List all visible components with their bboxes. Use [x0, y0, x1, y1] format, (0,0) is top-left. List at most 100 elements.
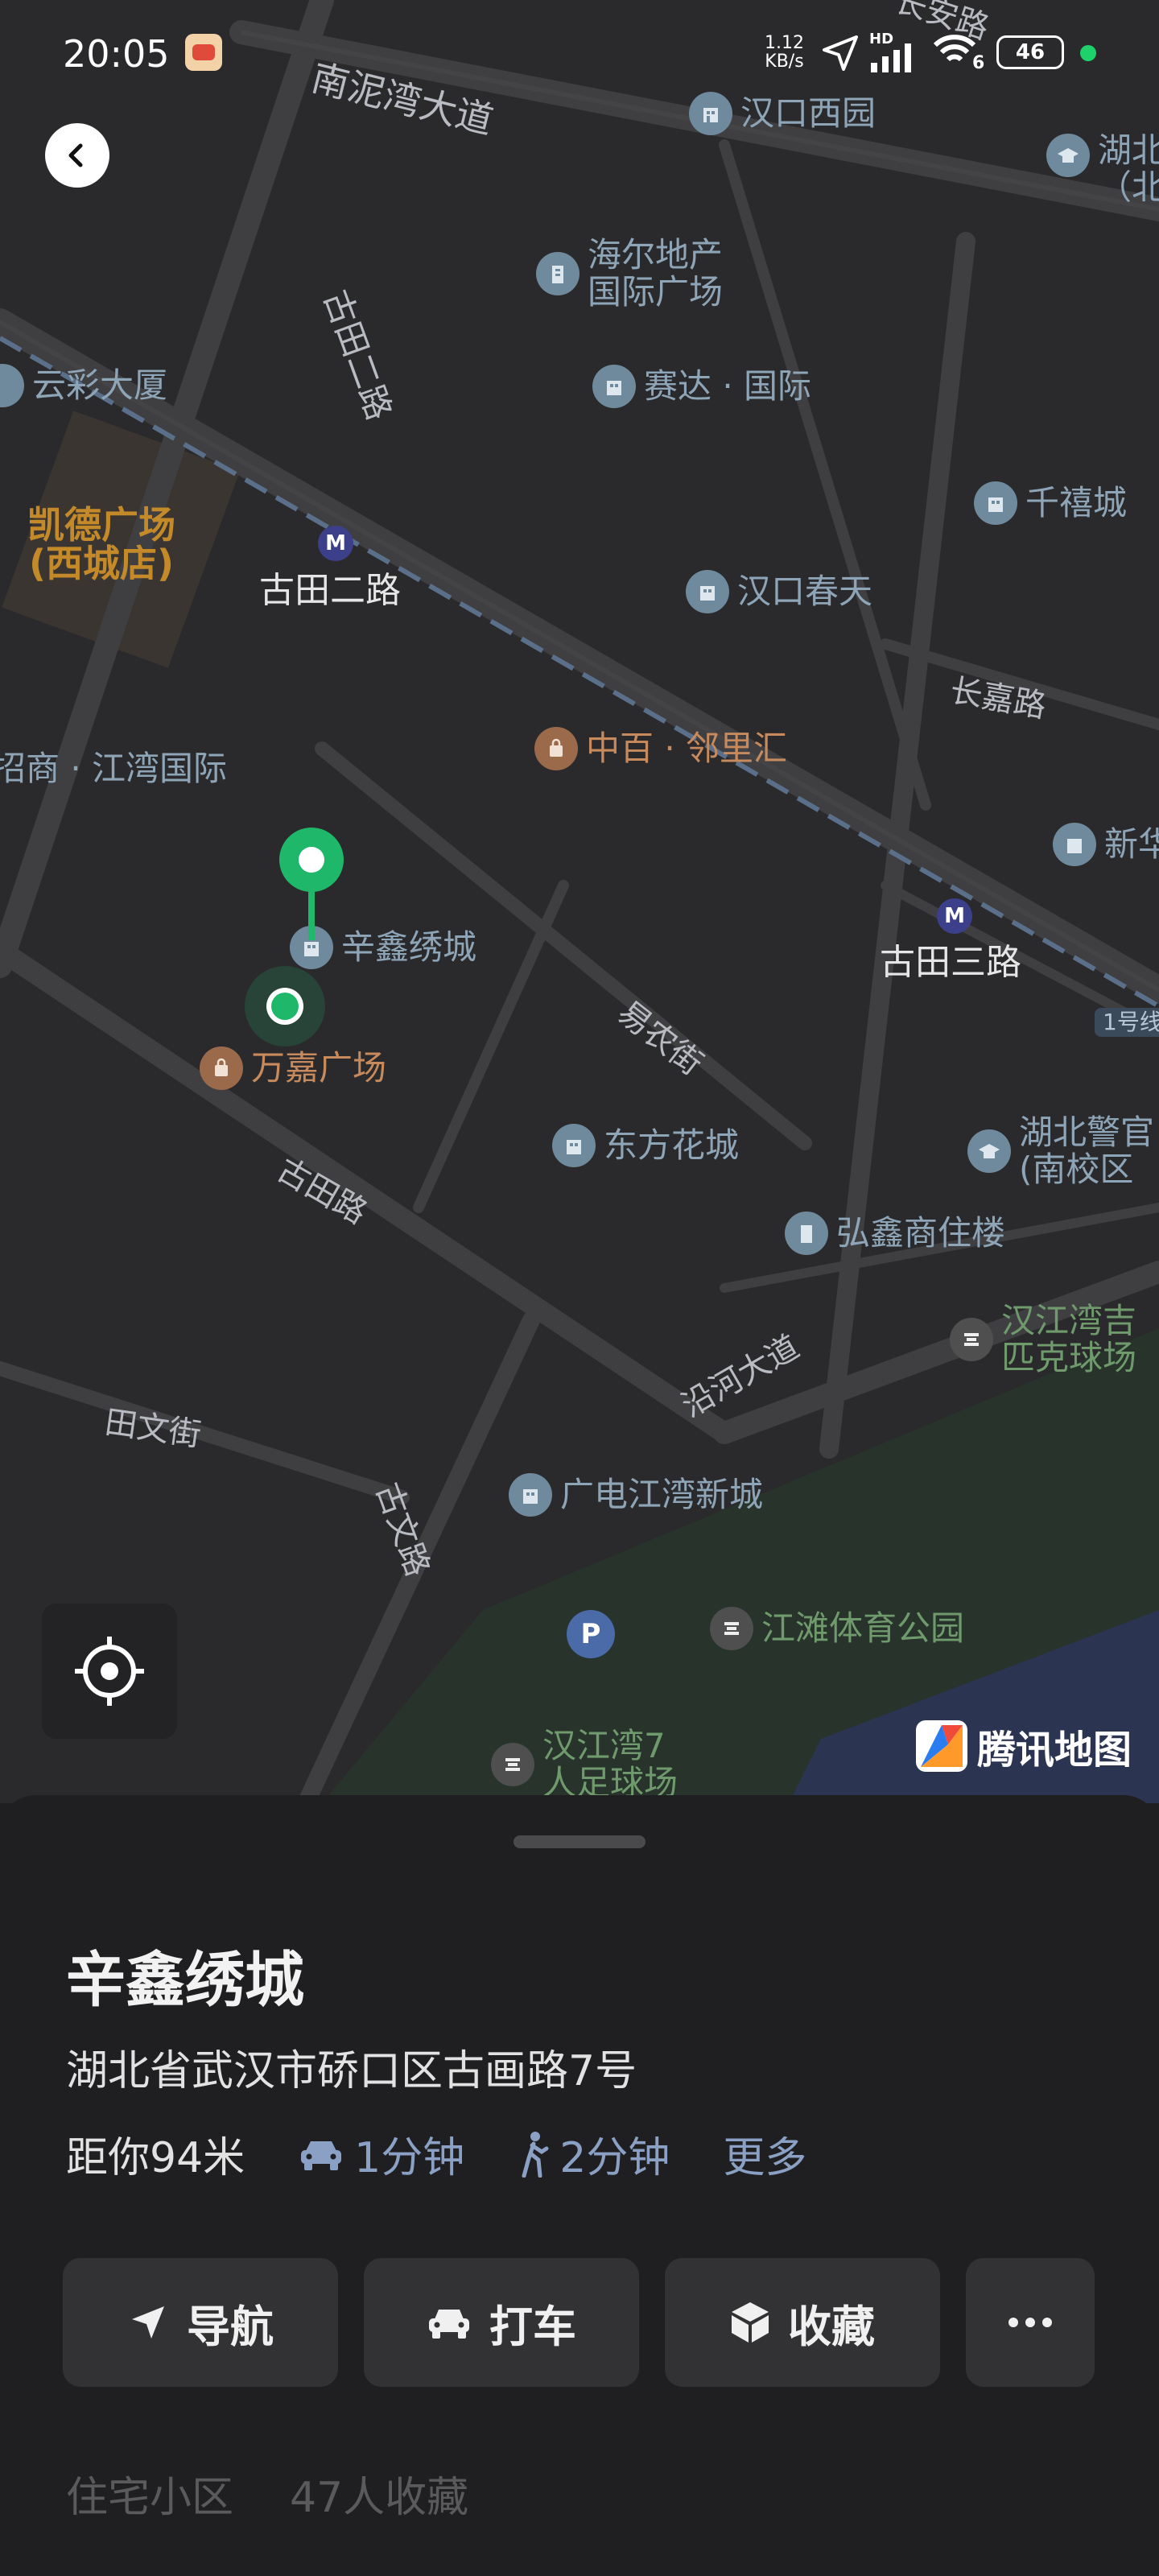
- distance-label: 距你94米: [66, 2134, 245, 2182]
- building-icon: [686, 570, 729, 613]
- metro-station-icon[interactable]: M: [937, 898, 972, 934]
- poi-label: 江滩体育公园: [761, 1608, 965, 1648]
- poi-label: 海尔地产: [588, 235, 724, 275]
- poi-label: 汉口春天: [737, 572, 873, 611]
- poi-hongxin[interactable]: 弘鑫商住楼: [785, 1212, 1005, 1255]
- car-icon: [301, 2140, 342, 2170]
- poi-hanjiang7[interactable]: 汉江湾7 人足球场: [491, 1729, 678, 1800]
- category-tag: 住宅小区: [66, 2474, 234, 2522]
- walk-time-label: 2分钟: [559, 2134, 670, 2182]
- poi-wanjia[interactable]: 万嘉广场: [200, 1046, 386, 1090]
- sports-icon: [710, 1607, 753, 1650]
- place-detail-sheet[interactable]: 辛鑫绣城 湖北省武汉市硚口区古画路7号 距你94米 1分钟 2分钟 更多 导航 …: [0, 1795, 1159, 2576]
- wifi-badge: 6: [972, 53, 985, 73]
- sheet-drag-handle[interactable]: [514, 1835, 645, 1848]
- poi-label: 广电江湾新城: [560, 1475, 764, 1514]
- poi-label: 辛鑫绣城: [341, 927, 477, 967]
- school-icon: [1046, 134, 1090, 177]
- battery-level: 46: [1015, 40, 1046, 64]
- building-icon: [592, 365, 636, 408]
- walk-time[interactable]: 2分钟: [518, 2124, 670, 2184]
- wifi-icon: [933, 35, 976, 62]
- taxi-icon: [429, 2310, 469, 2339]
- brand-label: 腾讯地图: [977, 1728, 1132, 1773]
- network-speed-unit: KB/s: [765, 52, 804, 72]
- drive-time-label: 1分钟: [354, 2134, 465, 2182]
- poi-label: 东方花城: [604, 1125, 740, 1165]
- cube-icon: [732, 2302, 769, 2343]
- poi-zhaoshang[interactable]: 招商 · 江湾国际: [0, 752, 227, 786]
- poi-haier[interactable]: 海尔地产 国际广场: [536, 238, 723, 309]
- poi-label: 湖北警官: [1019, 1113, 1155, 1152]
- more-dots-icon: [1008, 2318, 1052, 2327]
- signal-indicator: HD: [869, 31, 921, 72]
- favorites-count: 47人收藏: [290, 2474, 469, 2522]
- poi-guangdian[interactable]: 广电江湾新城: [509, 1473, 763, 1517]
- poi-label: (南校区: [1019, 1150, 1134, 1189]
- building-icon: [509, 1473, 552, 1517]
- network-speed-value: 1.12: [765, 33, 804, 53]
- poi-label: （北: [1098, 167, 1159, 207]
- taxi-button[interactable]: 打车: [364, 2258, 639, 2387]
- favorite-label: 收藏: [788, 2301, 875, 2352]
- poi-jiangtan[interactable]: 江滩体育公园: [710, 1607, 964, 1650]
- more-link[interactable]: 更多: [723, 2124, 806, 2184]
- building-icon: [1053, 823, 1096, 866]
- poi-yuncai[interactable]: 云彩大厦: [0, 364, 167, 407]
- taxi-label: 打车: [489, 2301, 576, 2352]
- road-label: 古田三路: [880, 942, 1021, 983]
- road-label: 古田二路: [259, 570, 401, 611]
- sports-icon: [491, 1743, 534, 1786]
- building-icon: [974, 481, 1017, 525]
- place-address: 湖北省武汉市硚口区古画路7号: [66, 2047, 637, 2095]
- status-bar: 20:05 1.12 KB/s HD 6 46: [0, 0, 1159, 105]
- route-summary: 距你94米 1分钟 2分钟 更多: [66, 2124, 806, 2184]
- poi-dongfang[interactable]: 东方花城: [552, 1124, 739, 1167]
- poi-label: 千禧城: [1025, 483, 1128, 522]
- shopping-bag-icon: [200, 1046, 243, 1090]
- poi-label: 湖北: [1098, 130, 1159, 170]
- poi-saida[interactable]: 赛达 · 国际: [592, 365, 811, 408]
- poi-label: 万嘉广场: [251, 1048, 387, 1088]
- shopping-bag-icon: [534, 727, 578, 770]
- clock: 20:05: [63, 32, 170, 76]
- poi-label: (西城店): [28, 542, 175, 586]
- poi-hanjiang-pickleball[interactable]: 汉江湾吉 匹克球场: [950, 1304, 1136, 1375]
- office-icon: [785, 1212, 828, 1255]
- line-label: 1号线: [1095, 1008, 1159, 1037]
- more-actions-button[interactable]: [966, 2258, 1095, 2387]
- poi-label: 凯德广场: [27, 503, 175, 547]
- poi-label: 弘鑫商住楼: [836, 1213, 1006, 1253]
- walking-icon: [522, 2131, 549, 2178]
- destination-pin[interactable]: [276, 828, 347, 940]
- poi-label: 汉江湾7: [542, 1726, 666, 1765]
- poi-hubei-north[interactable]: 湖北 （北: [1046, 134, 1159, 204]
- navigation-arrow-icon: [132, 2306, 164, 2339]
- metro-station-icon[interactable]: M: [318, 526, 353, 561]
- poi-qianxi[interactable]: 千禧城: [974, 481, 1127, 525]
- poi-kaide-mall[interactable]: 凯德广场 (西城店): [27, 506, 175, 584]
- sports-icon: [950, 1318, 993, 1361]
- locate-me-button[interactable]: [42, 1604, 177, 1739]
- current-location-dot: [245, 966, 325, 1046]
- poi-zhongbai[interactable]: 中百 · 邻里汇: [534, 727, 787, 770]
- poi-xinhua[interactable]: 新华: [1053, 823, 1159, 866]
- school-icon: [967, 1129, 1011, 1173]
- poi-label: 云彩大厦: [32, 365, 168, 405]
- location-arrow-icon: [823, 35, 858, 71]
- back-button[interactable]: [45, 123, 109, 188]
- tencent-map-logo: 腾讯地图: [916, 1718, 1132, 1774]
- poi-hubei-jingguan[interactable]: 湖北警官 (南校区: [967, 1116, 1154, 1187]
- network-speed: 1.12 KB/s: [765, 34, 804, 71]
- poi-label: 匹克球场: [1001, 1338, 1137, 1377]
- map-pin-icon: [279, 828, 344, 940]
- drive-time[interactable]: 1分钟: [298, 2124, 464, 2184]
- map-view[interactable]: 南泥湾大道 长安路 古田二路 古田二路 古田三路 长嘉路 易农街 古田路 田文街…: [0, 0, 1159, 1803]
- parking-icon[interactable]: P: [567, 1610, 615, 1658]
- poi-hankou-chuntian[interactable]: 汉口春天: [686, 570, 872, 613]
- favorite-button[interactable]: 收藏: [665, 2258, 940, 2387]
- navigate-button[interactable]: 导航: [63, 2258, 338, 2387]
- place-tags: 住宅小区 47人收藏: [66, 2463, 468, 2524]
- poi-label: 新华: [1104, 824, 1159, 864]
- navigate-label: 导航: [187, 2301, 274, 2352]
